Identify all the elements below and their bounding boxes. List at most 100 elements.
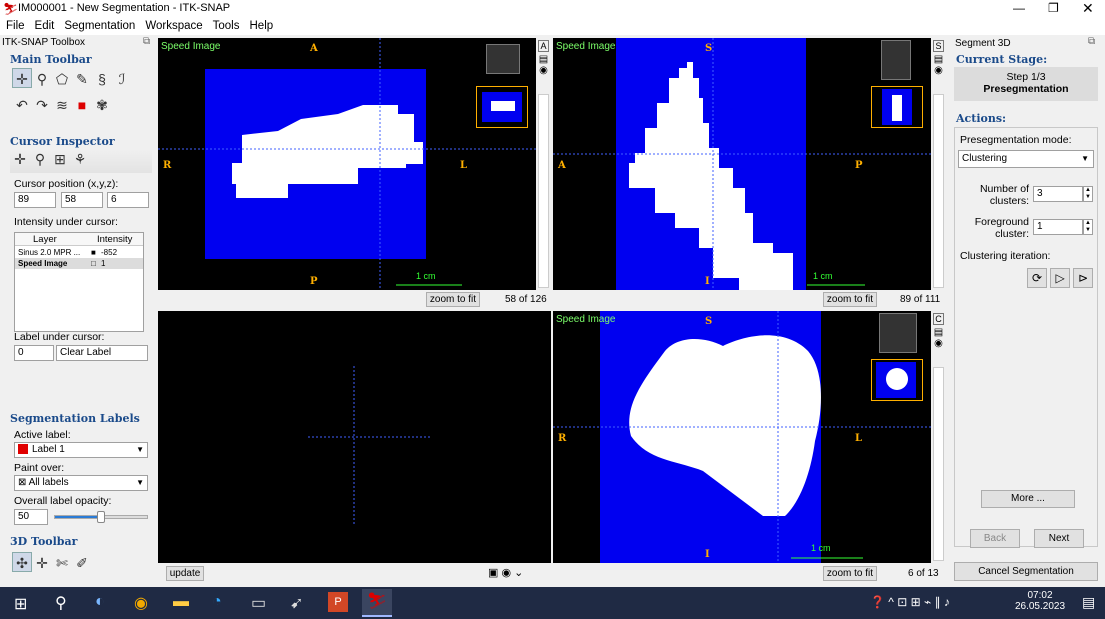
layout-icon[interactable]: ▤ (931, 54, 946, 65)
polygon-tool-icon[interactable]: ⬠ (52, 69, 72, 89)
segment3d-title: Segment 3D (955, 38, 1011, 49)
back-button[interactable]: Back (970, 529, 1020, 548)
zoom-tool-icon[interactable]: ⚲ (32, 69, 52, 89)
zoom-to-fit-button[interactable]: zoom to fit (823, 292, 877, 307)
foreground-field[interactable]: 1 (1033, 219, 1083, 235)
undock-icon[interactable]: ⧉ (1088, 36, 1095, 47)
terminal-icon[interactable]: ▭ (251, 593, 266, 613)
next-button[interactable]: Next (1034, 529, 1084, 548)
spray-icon[interactable]: ✐ (72, 553, 92, 573)
thumbnail-current[interactable] (871, 86, 923, 128)
mode-select[interactable]: Clustering ▼ (958, 150, 1094, 168)
cursor-icon[interactable]: ✛ (10, 149, 30, 169)
chrome-icon[interactable]: ◉ (134, 593, 148, 613)
cursor-z-field[interactable]: 6 (107, 192, 149, 208)
thumbnail-overview[interactable] (881, 40, 911, 80)
cursor-x-field[interactable]: 89 (14, 192, 56, 208)
thumbnail-overview[interactable] (879, 313, 917, 353)
step-ten-icon[interactable]: ⊳ (1073, 268, 1094, 288)
camera-icon[interactable]: ◉ (931, 338, 946, 349)
update-button[interactable]: update (166, 566, 204, 581)
menu-segmentation[interactable]: Segmentation (64, 20, 135, 32)
paintbrush-tool-icon[interactable]: ✎ (72, 69, 92, 89)
scalpel-icon[interactable]: ✄ (52, 553, 72, 573)
app-icon[interactable]: ◐ (95, 593, 105, 611)
axis-icon[interactable]: A (538, 40, 549, 52)
powerpoint-icon[interactable]: P (328, 592, 348, 612)
view-3d[interactable] (158, 311, 551, 563)
close-icon[interactable]: ✕ (1082, 0, 1094, 17)
axis-icon[interactable]: C (933, 313, 944, 325)
thumbnail-current[interactable] (476, 86, 528, 128)
slice-scrollbar[interactable] (538, 94, 549, 288)
color-map-icon[interactable]: ✾ (92, 95, 112, 115)
active-label-select[interactable]: Label 1 ▼ (14, 442, 148, 458)
view-sagittal[interactable]: Speed Image S A P I 1 cm (553, 38, 931, 290)
menu-file[interactable]: File (6, 20, 25, 32)
table-row[interactable]: Sinus 2.0 MPR ... ■ -852 (15, 247, 143, 258)
more-button[interactable]: More ... (981, 490, 1075, 508)
windows-start-icon[interactable]: ⊞ (14, 594, 27, 614)
menu-edit[interactable]: Edit (35, 20, 55, 32)
crosshair-tool-icon[interactable]: ✛ (12, 68, 32, 88)
brain-icon[interactable]: ⚘ (70, 149, 90, 169)
num-clusters-field[interactable]: 3 (1033, 186, 1083, 202)
layout-icon[interactable]: ▣ (488, 567, 498, 579)
orient-right: L (460, 160, 468, 171)
table-row[interactable]: Speed Image □ 1 (15, 258, 143, 269)
undock-icon[interactable]: ⧉ (143, 36, 150, 47)
camera-icon[interactable]: ◉ (501, 567, 511, 579)
foreground-spinner[interactable]: ▲ ▼ (1083, 219, 1093, 235)
cancel-segmentation-button[interactable]: Cancel Segmentation (954, 562, 1098, 581)
step-icon[interactable]: ▷ (1050, 268, 1071, 288)
clock[interactable]: 07:02 26.05.2023 (1010, 590, 1070, 612)
edge-icon[interactable]: ◔ (212, 593, 222, 611)
slice-scrollbar[interactable] (933, 94, 944, 288)
snake-tool-icon[interactable]: § (92, 69, 112, 89)
file-explorer-icon[interactable]: ▬ (173, 593, 189, 611)
chevron-down-icon[interactable]: ⌄ (514, 567, 523, 579)
magnifier-icon[interactable]: ⚲ (30, 149, 50, 169)
camera-icon[interactable]: ◉ (536, 65, 551, 76)
slice-counter: 6 of 13 (908, 568, 939, 579)
opacity-slider-handle[interactable] (97, 511, 105, 523)
layout-icon[interactable]: ▤ (536, 54, 551, 65)
rotate-3d-icon[interactable]: ✣ (12, 552, 32, 572)
opacity-slider[interactable] (54, 511, 148, 523)
layout-icon[interactable]: ▤ (931, 327, 946, 338)
app2-icon[interactable]: ➹ (290, 593, 303, 613)
label-editor-icon[interactable]: ■ (72, 95, 92, 115)
view-axial[interactable]: Speed Image A R L P 1 cm (158, 38, 536, 290)
search-icon[interactable]: ⚲ (55, 593, 67, 613)
paint-over-select[interactable]: ⊠ All labels ▼ (14, 475, 148, 491)
zoom-to-fit-button[interactable]: zoom to fit (426, 292, 480, 307)
menu-help[interactable]: Help (250, 20, 274, 32)
menu-tools[interactable]: Tools (213, 20, 240, 32)
minimize-icon[interactable]: — (1013, 1, 1025, 15)
thumbnail-overview[interactable] (486, 44, 520, 74)
num-clusters-spinner[interactable]: ▲ ▼ (1083, 186, 1093, 202)
maximize-icon[interactable]: ❐ (1048, 1, 1059, 15)
system-tray-icons[interactable]: ❓ ^ ⊡ ⊞ ⌁ ∥ ♪ (870, 595, 950, 609)
crosshair-3d-icon[interactable]: ✛ (32, 553, 52, 573)
undo-icon[interactable]: ↶ (12, 95, 32, 115)
view-coronal[interactable]: Speed Image S R L I 1 cm (553, 311, 931, 563)
camera-icon[interactable]: ◉ (931, 65, 946, 76)
zoom-to-fit-button[interactable]: zoom to fit (823, 566, 877, 581)
itksnap-taskbar-icon[interactable]: ⛷ (362, 589, 392, 617)
opacity-field[interactable]: 50 (14, 509, 48, 525)
inspector-toolbar: ✛ ⚲ ⊞ ⚘ (10, 149, 152, 173)
layers-icon[interactable]: ≋ (52, 95, 72, 115)
thumb-white (892, 95, 902, 121)
slice-scrollbar[interactable] (933, 367, 944, 561)
annotation-tool-icon[interactable]: ℐ (112, 69, 132, 89)
menu-workspace[interactable]: Workspace (145, 20, 202, 32)
grid-icon[interactable]: ⊞ (50, 149, 70, 169)
thumbnail-current[interactable] (871, 359, 923, 401)
axis-icon[interactable]: S (933, 40, 944, 52)
notification-icon[interactable]: ▤ (1082, 594, 1095, 611)
redo-icon[interactable]: ↷ (32, 95, 52, 115)
cursor-y-field[interactable]: 58 (61, 192, 103, 208)
reinitialize-icon[interactable]: ⟳ (1027, 268, 1047, 288)
orient-bottom: I (705, 549, 710, 560)
